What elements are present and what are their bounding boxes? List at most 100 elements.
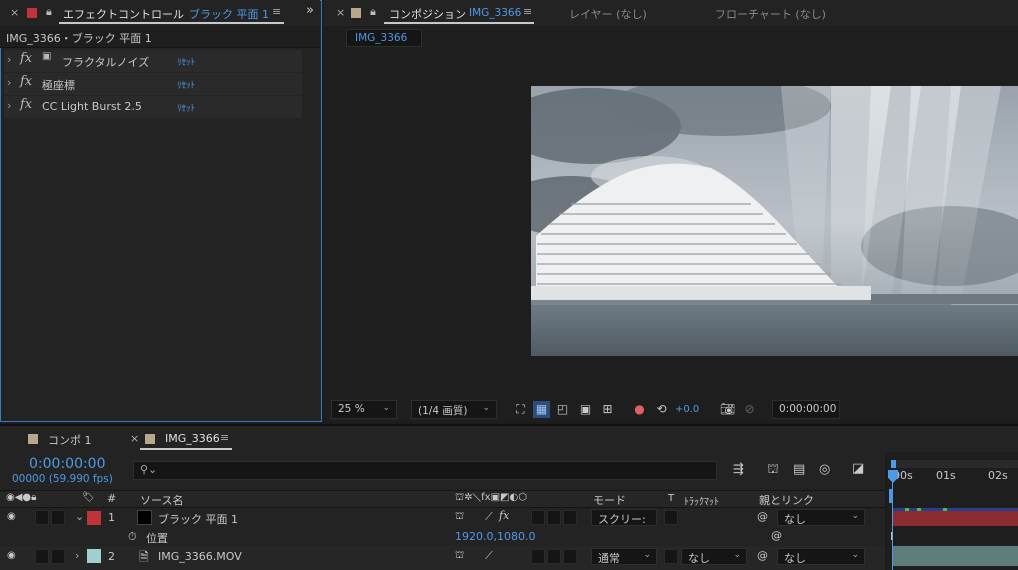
expand-chevron-icon[interactable]: › — [7, 76, 11, 89]
chevron-right-icon[interactable]: › — [75, 549, 79, 562]
fx-switch-icon[interactable]: fx — [499, 509, 509, 522]
label-color[interactable] — [87, 549, 101, 563]
comp-breadcrumb-chip[interactable]: IMG_3366 — [346, 29, 422, 47]
composition-tab-title[interactable]: コンポジション — [389, 6, 466, 22]
keyframe-marker[interactable] — [943, 508, 947, 511]
shy-switch-icon[interactable]: ⛫ — [455, 511, 464, 524]
show-snapshot-icon[interactable]: ⊘ — [741, 401, 758, 418]
layer-2-duration-bar[interactable] — [893, 546, 1018, 566]
mask-path-icon[interactable]: ◰ — [554, 401, 571, 418]
lock-icon[interactable]: 🔒︎ — [370, 5, 376, 19]
pickwhip-icon[interactable]: @ — [757, 510, 768, 523]
panel-menu-icon[interactable]: ≡ — [523, 5, 532, 18]
composition-tab-comp[interactable]: IMG_3366 — [469, 7, 521, 19]
position-value[interactable]: 1920.0,1080.0 — [455, 530, 535, 543]
lock-toggle[interactable] — [51, 510, 65, 525]
eye-icon[interactable]: ◉ — [7, 550, 16, 561]
effect-controls-tab-layer[interactable]: ブラック 平面 1 — [189, 6, 269, 22]
close-tab-icon[interactable]: × — [10, 6, 19, 19]
timeline-graph-area[interactable]: 00s 01s 02s I — [887, 452, 1018, 570]
property-row-position[interactable]: ⏱︎ 位置 1920.0,1080.0 @ — [0, 528, 885, 546]
layer-row-2[interactable]: ◉ › 2 🗎 IMG_3366.MOV ⛫ ⟋ 通常 ⌄ なし ⌄ @ なし … — [0, 546, 885, 570]
expand-chevron-icon[interactable]: › — [7, 99, 11, 112]
layer-name[interactable]: IMG_3366.MOV — [158, 550, 242, 563]
region-of-interest-icon[interactable]: ▣ — [577, 401, 594, 418]
expand-chevron-icon[interactable]: › — [7, 53, 11, 66]
parent-dropdown[interactable]: なし ⌄ — [777, 548, 865, 565]
lock-icon[interactable]: 🔒︎ — [46, 5, 52, 19]
switch-cell[interactable] — [531, 549, 545, 564]
quality-switch-icon[interactable]: ⟋ — [485, 510, 493, 524]
layer-viewer-tab[interactable]: レイヤー (なし) — [569, 6, 647, 22]
motion-blur-icon[interactable]: ◎ — [819, 462, 830, 477]
preserve-transparency-toggle[interactable] — [664, 510, 678, 525]
fx-icon[interactable]: fx — [20, 51, 32, 66]
effect-row-fractal-noise[interactable]: › fx ▣ フラクタルノイズ ﾘｾｯﾄ — [4, 50, 302, 72]
current-time-display[interactable]: 0:00:00:00 — [772, 400, 840, 419]
close-tab-icon[interactable]: × — [336, 6, 345, 19]
reset-link[interactable]: ﾘｾｯﾄ — [177, 101, 195, 114]
fx-icon[interactable]: fx — [20, 74, 32, 89]
panel-menu-icon[interactable]: ≡ — [272, 5, 281, 18]
switch-cell[interactable] — [531, 510, 545, 525]
shy-layers-icon[interactable]: ⛫ — [767, 462, 779, 479]
parent-dropdown[interactable]: なし ⌄ — [777, 509, 865, 526]
reset-link[interactable]: ﾘｾｯﾄ — [177, 55, 195, 68]
panel-menu-icon[interactable]: ≡ — [220, 431, 229, 444]
switch-cell[interactable] — [563, 549, 577, 564]
fx-icon[interactable]: fx — [20, 97, 32, 112]
pickwhip-icon[interactable]: @ — [771, 529, 782, 542]
expand-panels-icon[interactable]: » — [306, 3, 314, 18]
graph-editor-icon[interactable]: ◪ — [852, 461, 864, 476]
blend-mode-dropdown[interactable]: スクリー: — [591, 509, 657, 526]
guides-icon[interactable]: ⊞ — [599, 401, 616, 418]
layer-1-duration-bar[interactable] — [893, 508, 1018, 526]
work-area-bar[interactable] — [891, 460, 1018, 468]
column-parent-link[interactable]: 親とリンク — [759, 492, 814, 508]
switch-cell[interactable] — [547, 549, 561, 564]
frame-blending-icon[interactable]: ▤ — [793, 462, 805, 477]
color-channel-icon[interactable]: ● — [631, 401, 648, 418]
column-source-name[interactable]: ソース名 — [140, 492, 183, 508]
shy-switch-icon[interactable]: ⛫ — [455, 550, 464, 563]
exposure-reset-icon[interactable]: ⟲ — [653, 401, 670, 418]
lock-toggle[interactable] — [51, 549, 65, 564]
close-tab-icon[interactable]: × — [130, 432, 139, 445]
magnification-dropdown[interactable]: 25 % ⌄ — [331, 400, 397, 419]
effect-controls-tab-title[interactable]: エフェクトコントロール — [63, 6, 184, 22]
stopwatch-icon[interactable]: ⏱︎ — [128, 530, 137, 544]
work-area-start-handle[interactable] — [891, 460, 896, 468]
column-track-matte[interactable]: ﾄﾗｯｸﾏｯﾄ — [684, 493, 719, 508]
solo-toggle[interactable] — [35, 510, 49, 525]
quality-switch-icon[interactable]: ⟋ — [485, 549, 493, 563]
composition-frame-image[interactable] — [531, 86, 1018, 356]
comp-flowchart-icon[interactable]: ⇶ — [733, 462, 744, 477]
pickwhip-icon[interactable]: @ — [757, 549, 768, 562]
effect-row-polar-coordinates[interactable]: › fx 極座標 ﾘｾｯﾄ — [4, 73, 302, 95]
keyframe-marker[interactable] — [905, 508, 909, 511]
chevron-down-icon[interactable]: ⌄ — [75, 510, 84, 523]
tab-img-3366[interactable]: IMG_3366 — [165, 432, 220, 445]
tab-comp-1[interactable]: コンポ 1 — [48, 432, 92, 448]
fast-preview-icon[interactable]: ⛶ — [512, 401, 529, 418]
resolution-dropdown[interactable]: (1/4 画質) ⌄ — [411, 400, 497, 419]
switch-cell[interactable] — [547, 510, 561, 525]
keyframe-marker[interactable] — [917, 508, 921, 511]
layer-name[interactable]: ブラック 平面 1 — [158, 511, 238, 527]
track-matte-dropdown[interactable]: なし ⌄ — [681, 548, 747, 565]
switch-cell[interactable] — [563, 510, 577, 525]
reset-link[interactable]: ﾘｾｯﾄ — [177, 78, 195, 91]
blend-mode-dropdown[interactable]: 通常 ⌄ — [591, 548, 657, 565]
current-time-timecode[interactable]: 0:00:00:00 — [29, 456, 106, 472]
flowchart-tab[interactable]: フローチャート (なし) — [715, 6, 826, 22]
layer-row-1[interactable]: ◉ ⌄ 1 ブラック 平面 1 ⛫ ⟋ fx スクリー: @ なし ⌄ — [0, 508, 885, 528]
effect-row-cc-light-burst[interactable]: › fx CC Light Burst 2.5 ﾘｾｯﾄ — [4, 96, 302, 118]
label-color[interactable] — [87, 511, 101, 525]
transparency-grid-icon[interactable]: ▦ — [533, 401, 550, 418]
eye-icon[interactable]: ◉ — [7, 511, 16, 522]
layer-search-input[interactable]: ⚲⌄ — [133, 461, 717, 480]
solo-toggle[interactable] — [35, 549, 49, 564]
preserve-transparency-toggle[interactable] — [664, 549, 678, 564]
exposure-value[interactable]: +0.0 — [675, 404, 699, 415]
snapshot-camera-icon[interactable]: 📷︎ — [719, 401, 736, 418]
